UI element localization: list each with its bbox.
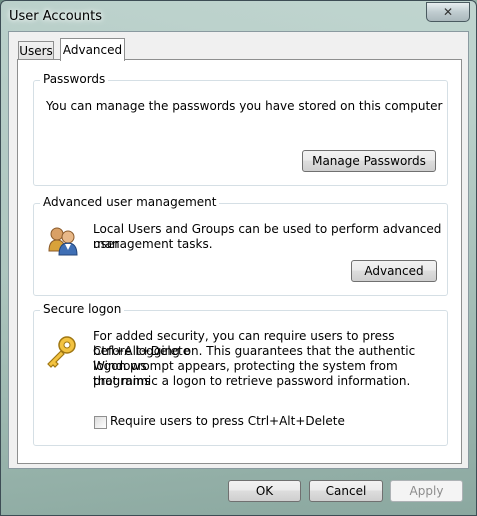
advanced-button[interactable]: Advanced xyxy=(351,260,437,282)
passwords-description: You can manage the passwords you have st… xyxy=(46,99,443,113)
secure-logon-line4: that mimic a logon to retrieve password … xyxy=(93,374,411,388)
users-icon xyxy=(48,227,78,256)
manage-passwords-button-label: Manage Passwords xyxy=(312,154,426,168)
tab-users-label: Users xyxy=(19,44,53,58)
advanced-user-management-line2: management tasks. xyxy=(93,237,213,251)
advanced-user-management-legend: Advanced user management xyxy=(40,195,220,209)
tab-advanced-label: Advanced xyxy=(62,43,123,57)
user-accounts-window: User Accounts ✕ Users Advanced Passwords… xyxy=(0,0,477,516)
close-button[interactable]: ✕ xyxy=(426,2,470,22)
ctrl-alt-delete-checkbox[interactable] xyxy=(94,416,107,429)
secure-logon-legend: Secure logon xyxy=(40,302,125,316)
tab-users[interactable]: Users xyxy=(18,41,54,60)
tab-advanced[interactable]: Advanced xyxy=(60,38,125,61)
advanced-button-label: Advanced xyxy=(364,264,424,278)
cancel-button-label: Cancel xyxy=(325,484,367,498)
title-bar[interactable]: User Accounts ✕ xyxy=(1,1,476,31)
dialog-client-area: Users Advanced Passwords You can manage … xyxy=(8,31,469,469)
apply-button[interactable]: Apply xyxy=(390,480,463,502)
ok-button[interactable]: OK xyxy=(228,480,301,502)
ok-button-label: OK xyxy=(255,484,274,498)
ctrl-alt-delete-checkbox-label[interactable]: Require users to press Ctrl+Alt+Delete xyxy=(110,414,345,429)
secure-logon-group: Secure logon For added security, you can… xyxy=(33,302,448,446)
cancel-button[interactable]: Cancel xyxy=(309,480,383,502)
key-icon xyxy=(47,336,76,368)
advanced-user-management-group: Advanced user management Local Users and… xyxy=(33,195,448,296)
window-title: User Accounts xyxy=(9,9,103,24)
passwords-legend: Passwords xyxy=(40,72,109,86)
manage-passwords-button[interactable]: Manage Passwords xyxy=(302,150,436,172)
passwords-group: Passwords You can manage the passwords y… xyxy=(33,72,448,186)
advanced-tab-panel: Passwords You can manage the passwords y… xyxy=(17,59,462,464)
close-icon: ✕ xyxy=(442,5,454,19)
apply-button-label: Apply xyxy=(409,484,444,498)
